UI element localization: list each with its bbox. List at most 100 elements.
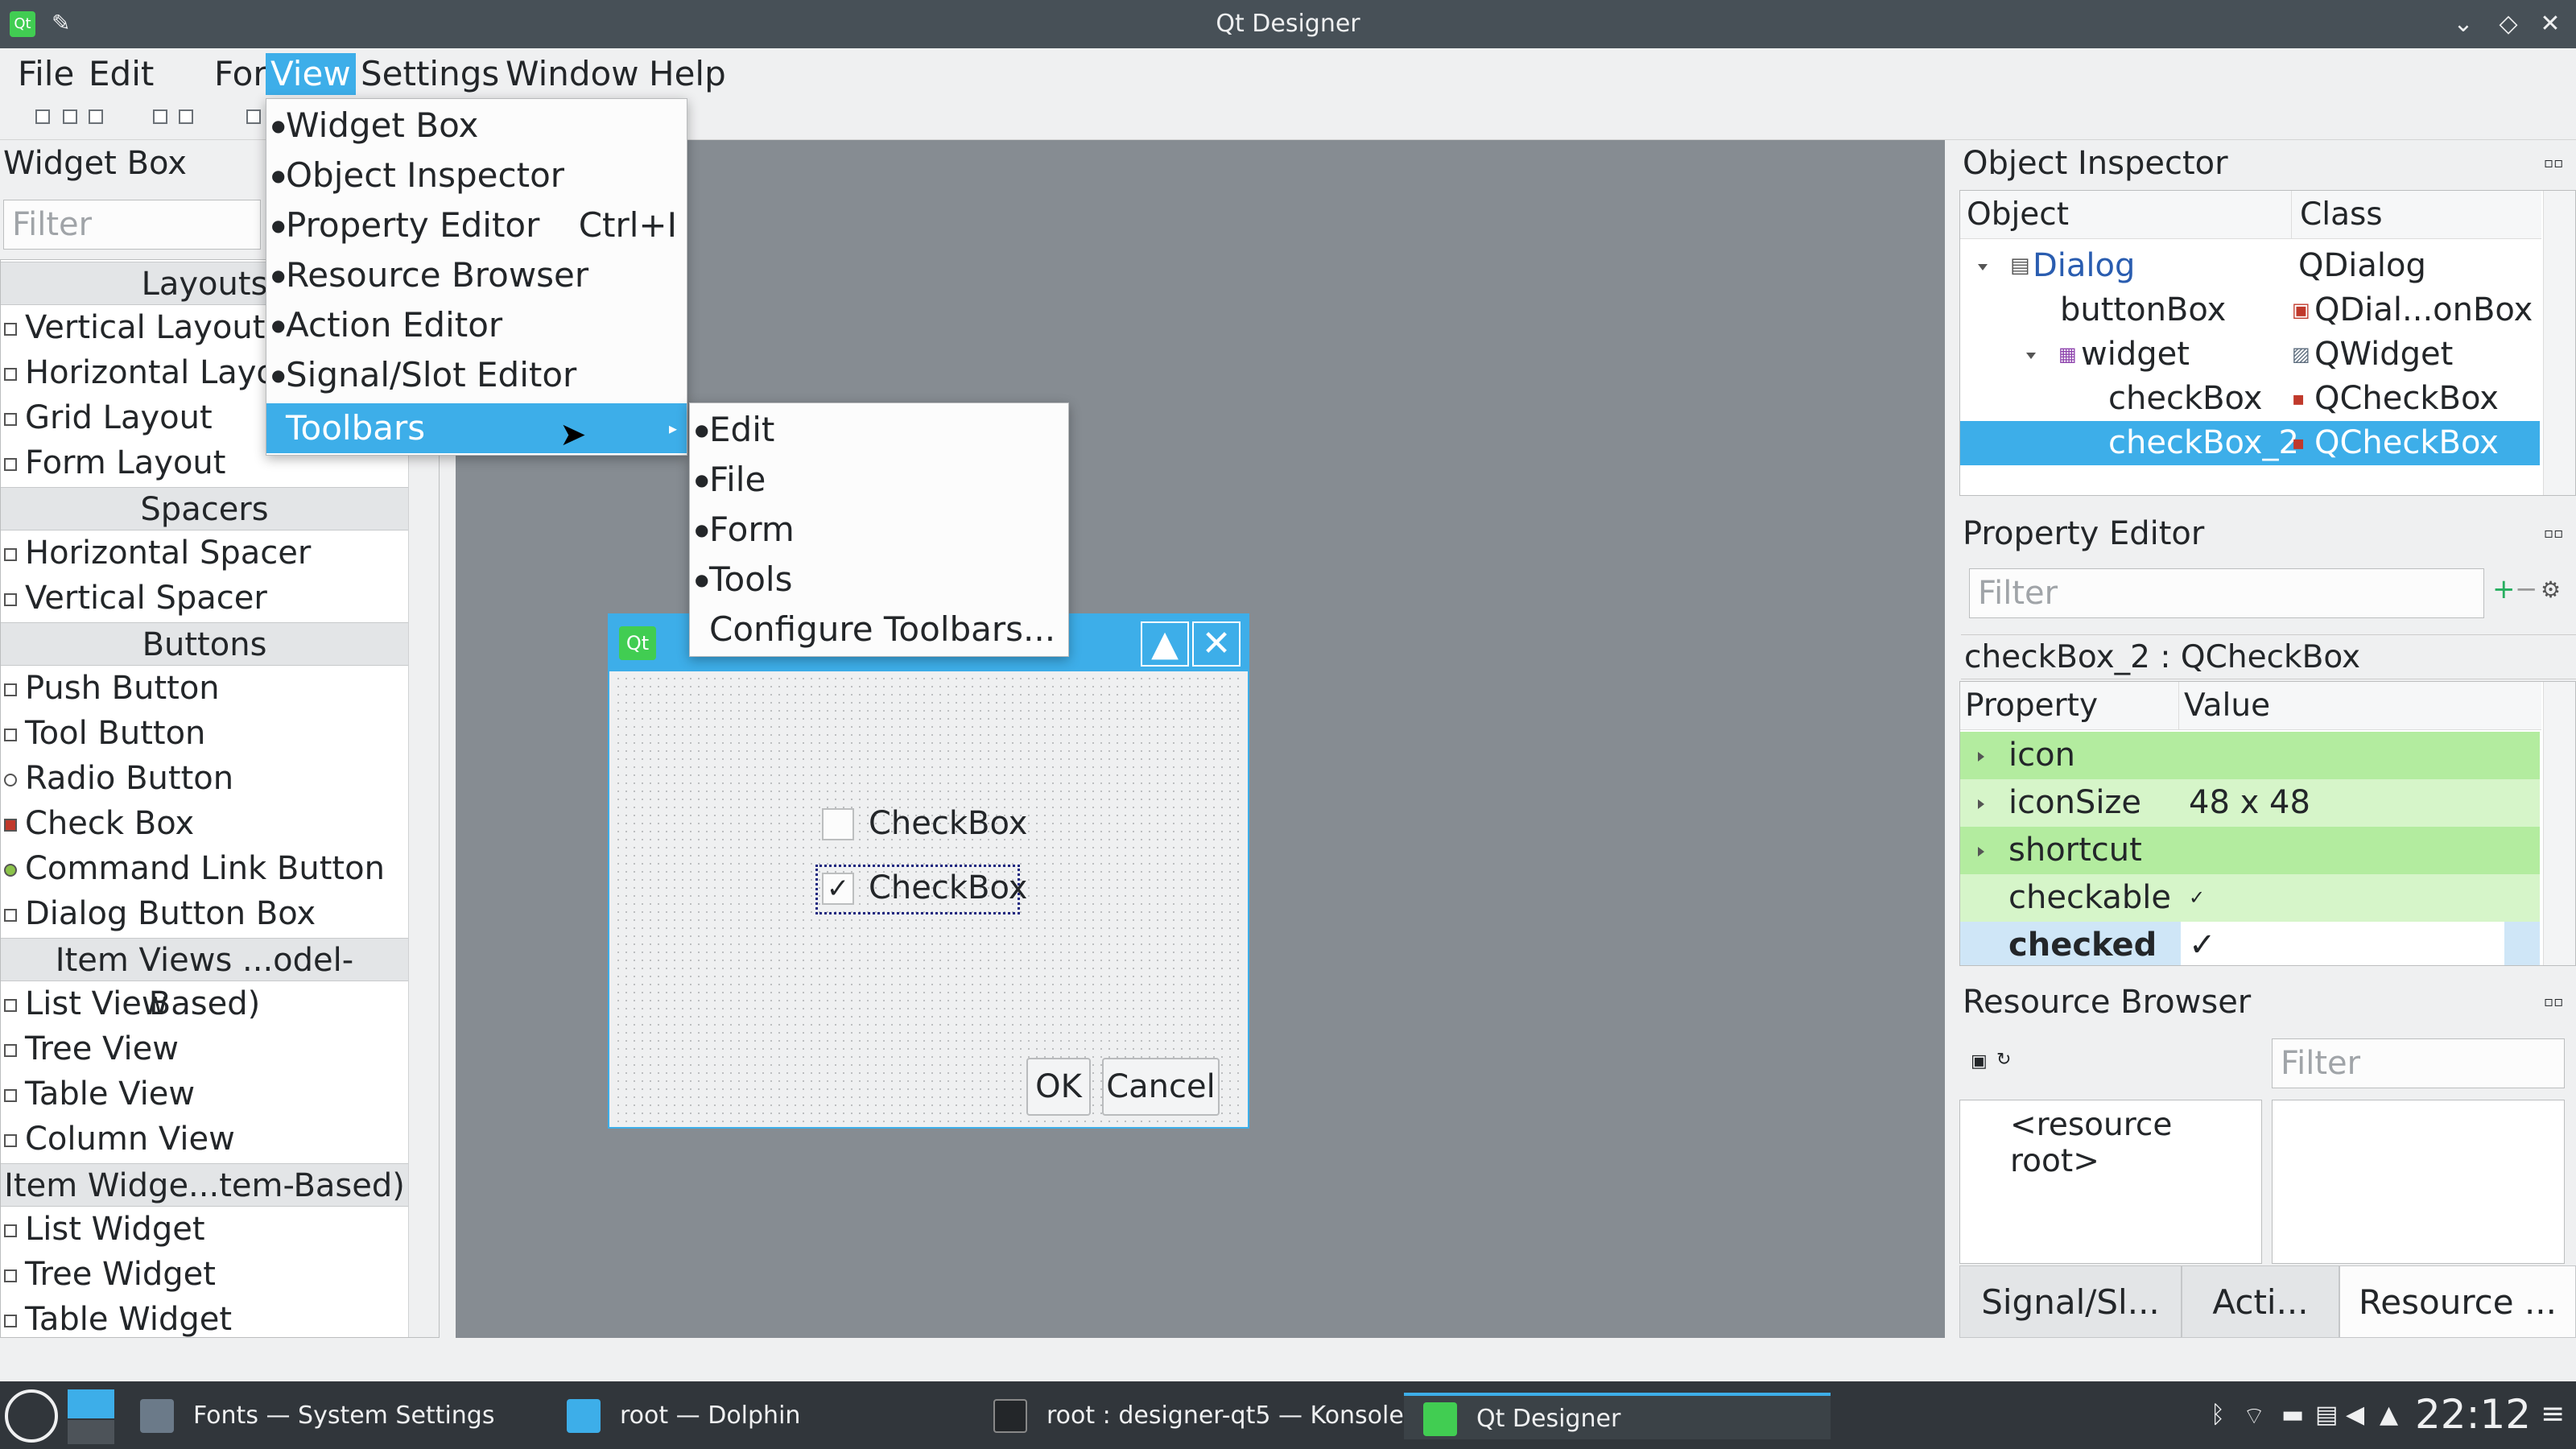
widget-item[interactable]: Horizontal Spacer — [4, 530, 311, 576]
clock[interactable]: 22:12 — [2415, 1391, 2531, 1438]
checkbox-1-box[interactable] — [822, 808, 854, 840]
menu-edit[interactable]: Edit — [84, 53, 159, 95]
category-item-views[interactable]: Item Views ...odel-Based) — [1, 938, 408, 1022]
app-launcher-icon[interactable] — [5, 1389, 58, 1443]
open-file-icon[interactable] — [63, 109, 77, 124]
submenu-item-edit[interactable]: ● Edit — [690, 405, 1068, 455]
menu-view[interactable]: View — [266, 53, 356, 95]
paste-icon[interactable] — [179, 109, 193, 124]
checkbox-2-box[interactable]: ✓ — [822, 873, 854, 905]
menu-settings[interactable]: Settings — [356, 53, 504, 95]
widget-item[interactable]: Vertical Layout — [4, 305, 265, 350]
desktop-pager-2[interactable] — [68, 1420, 114, 1444]
column-header-property[interactable]: Property — [1960, 682, 2179, 730]
dock-controls-icon[interactable]: ▫▫ — [2544, 155, 2563, 171]
category-spacers[interactable]: Spacers — [1, 487, 408, 530]
checkbox-1-label[interactable]: CheckBox — [869, 805, 1027, 842]
tray-expand-icon[interactable]: ▲ — [2380, 1401, 2398, 1429]
widget-item[interactable]: Dialog Button Box — [4, 891, 316, 936]
menu-item-resource-browser[interactable]: ● Resource Browser — [266, 250, 687, 300]
desktop-pager[interactable] — [68, 1389, 114, 1418]
save-file-icon[interactable] — [89, 109, 103, 124]
configure-icon[interactable]: ⚙ — [2541, 576, 2561, 603]
checkable-check-icon[interactable]: ✓ — [2181, 874, 2504, 922]
column-header-value[interactable]: Value — [2179, 682, 2541, 730]
widget-item[interactable]: Form Layout — [4, 440, 225, 485]
tree-row[interactable]: checkBox ▪ QCheckBox — [1960, 377, 2540, 421]
column-header-class[interactable]: Class — [2292, 191, 2541, 239]
category-buttons[interactable]: Buttons — [1, 622, 408, 666]
category-item-widgets[interactable]: Item Widge...tem-Based) — [1, 1163, 408, 1207]
widget-item[interactable]: List Widget — [4, 1207, 205, 1252]
battery-icon[interactable]: ▬ — [2281, 1401, 2304, 1429]
resource-root-item[interactable]: <resource root> — [2010, 1107, 2261, 1179]
submenu-item-tools[interactable]: ● Tools — [690, 555, 1068, 605]
object-inspector-scrollbar[interactable] — [2543, 191, 2575, 495]
menu-item-signal-slot-editor[interactable]: ● Signal/Slot Editor — [266, 350, 687, 400]
task-system-settings[interactable]: Fonts — System Settings — [121, 1393, 547, 1439]
widget-item[interactable]: List View — [4, 981, 168, 1026]
widget-item[interactable]: Check Box — [4, 801, 194, 846]
menu-window[interactable]: Window — [501, 53, 644, 95]
menu-item-toolbars[interactable]: Toolbars ▸ — [266, 403, 687, 453]
dock-controls-icon[interactable]: ▫▫ — [2544, 525, 2563, 542]
copy-icon[interactable] — [153, 109, 167, 124]
edit-resources-icon[interactable]: ▣ — [1971, 1051, 1988, 1071]
property-filter[interactable] — [1969, 568, 2484, 618]
bluetooth-icon[interactable]: ᛒ — [2211, 1401, 2225, 1429]
tab-resource-browser[interactable]: Resource ... — [2339, 1265, 2576, 1338]
cancel-button[interactable]: Cancel — [1102, 1058, 1220, 1116]
task-dolphin[interactable]: root — Dolphin — [547, 1393, 974, 1439]
column-header-object[interactable]: Object — [1960, 191, 2292, 239]
checked-check-icon[interactable]: ✓ — [2181, 922, 2504, 965]
widget-item[interactable]: Column View — [4, 1117, 235, 1162]
widget-item[interactable]: Tree Widget — [4, 1252, 216, 1297]
widget-box-filter[interactable] — [3, 200, 261, 250]
form-maximize-icon[interactable]: ▲ — [1141, 621, 1189, 667]
property-row-selected[interactable]: checked ✓ — [1960, 922, 2540, 965]
widget-item[interactable]: Grid Layout — [4, 395, 213, 440]
menu-help[interactable]: Help — [644, 53, 731, 95]
widget-item[interactable]: Push Button — [4, 666, 220, 711]
wifi-icon[interactable]: ⌔ — [2243, 1401, 2265, 1431]
property-row[interactable]: shortcut — [1960, 827, 2540, 874]
submenu-item-configure-toolbars[interactable]: Configure Toolbars... — [690, 605, 1068, 654]
property-row[interactable]: iconSize 48 x 48 — [1960, 779, 2540, 827]
edit-widgets-icon[interactable] — [246, 109, 261, 124]
widget-item[interactable]: Table Widget — [4, 1297, 232, 1337]
resource-filter[interactable] — [2272, 1038, 2565, 1088]
property-row[interactable]: icon — [1960, 732, 2540, 779]
new-file-icon[interactable] — [35, 109, 50, 124]
widget-item[interactable]: Horizontal Layo — [4, 350, 276, 395]
menu-file[interactable]: File — [13, 53, 79, 95]
widget-item[interactable]: Vertical Spacer — [4, 576, 267, 621]
ok-button[interactable]: OK — [1026, 1058, 1091, 1116]
widget-item[interactable]: Command Link Button — [4, 846, 385, 891]
tree-row[interactable]: ▤ Dialog QDialog — [1960, 244, 2540, 288]
close-icon[interactable]: ✕ — [2534, 8, 2566, 40]
menu-item-action-editor[interactable]: ● Action Editor — [266, 300, 687, 350]
reload-icon[interactable]: ↻ — [1996, 1050, 2011, 1070]
property-row[interactable]: checkable ✓ — [1960, 874, 2540, 922]
submenu-item-form[interactable]: ● Form — [690, 505, 1068, 555]
task-qt-designer[interactable]: Qt Designer — [1404, 1393, 1831, 1439]
tab-action-editor[interactable]: Acti... — [2182, 1265, 2339, 1338]
panel-menu-icon[interactable]: ≡ — [2541, 1397, 2565, 1430]
property-editor-scrollbar[interactable] — [2543, 682, 2575, 965]
menu-item-property-editor[interactable]: ● Property Editor Ctrl+I — [266, 200, 687, 250]
dock-controls-icon[interactable]: ▫▫ — [2544, 993, 2563, 1010]
menu-item-widget-box[interactable]: ● Widget Box — [266, 101, 687, 151]
volume-icon[interactable]: ◀ — [2346, 1401, 2364, 1429]
submenu-item-file[interactable]: ● File — [690, 455, 1068, 505]
task-konsole[interactable]: root : designer-qt5 — Konsole — [974, 1393, 1404, 1439]
maximize-icon[interactable]: ◇ — [2492, 8, 2524, 40]
form-close-icon[interactable]: ✕ — [1192, 621, 1241, 667]
minimize-icon[interactable]: ⌄ — [2447, 8, 2479, 40]
remove-property-icon[interactable]: − — [2515, 573, 2538, 605]
tree-row-selected[interactable]: checkBox_2 ▪ QCheckBox — [1960, 421, 2540, 465]
widget-item[interactable]: Radio Button — [4, 756, 233, 801]
tree-row[interactable]: ▦ widget ▨ QWidget — [1960, 332, 2540, 377]
tab-signal-slot-editor[interactable]: Signal/Sl... — [1959, 1265, 2182, 1338]
tree-row[interactable]: buttonBox ▣ QDial...onBox — [1960, 288, 2540, 332]
checkbox-2-label[interactable]: CheckBox — [869, 869, 1027, 906]
